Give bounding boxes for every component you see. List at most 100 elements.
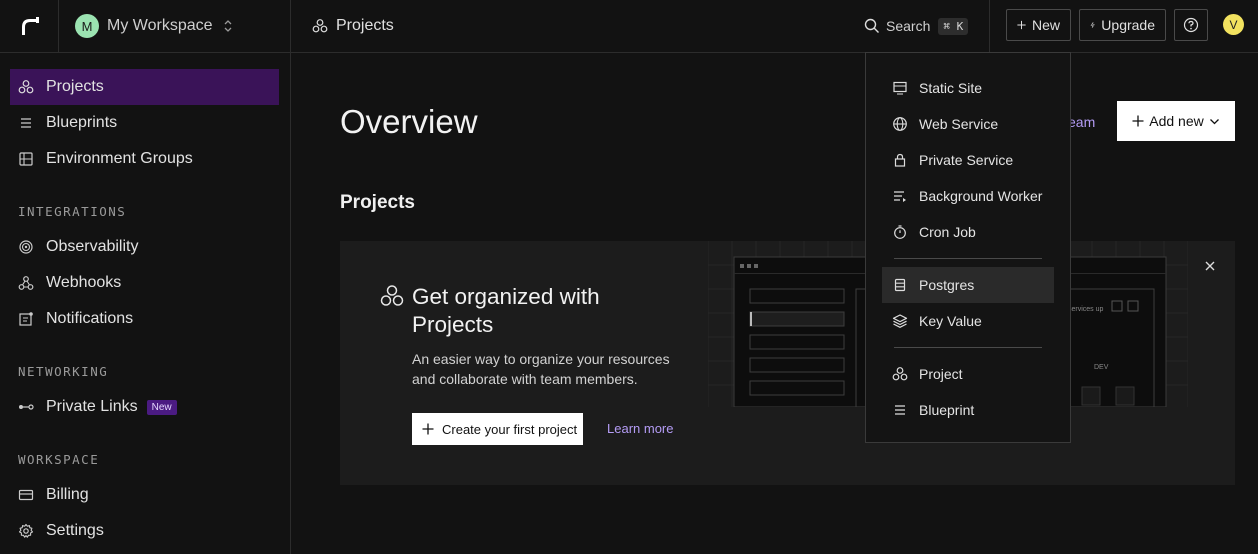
- divider: [989, 0, 990, 52]
- sidebar-item-webhooks[interactable]: Webhooks: [10, 265, 279, 301]
- sidebar-item-billing[interactable]: Billing: [10, 477, 279, 513]
- menu-item-cron-job[interactable]: Cron Job: [882, 214, 1054, 250]
- create-label: Create your first project: [442, 421, 578, 437]
- sidebar-item-notifications[interactable]: Notifications: [10, 301, 279, 337]
- new-button[interactable]: New: [1006, 9, 1071, 41]
- sidebar-item-private-links[interactable]: Private Links New: [10, 389, 279, 425]
- menu-item-label: Static Site: [919, 80, 983, 96]
- lightning-icon: [1090, 22, 1095, 28]
- menu-item-label: Postgres: [919, 277, 975, 293]
- projects-icon: [312, 19, 328, 33]
- new-dropdown-menu: Static Site Web Service Private Service …: [865, 52, 1071, 443]
- projects-promo-card: Get organized with Projects An easier wa…: [340, 241, 1235, 485]
- help-icon: [1183, 17, 1199, 33]
- sidebar-item-settings[interactable]: Settings: [10, 513, 279, 549]
- menu-item-label: Project: [919, 366, 963, 382]
- workspace-name: My Workspace: [107, 17, 213, 34]
- upgrade-label: Upgrade: [1101, 17, 1155, 33]
- sidebar-item-label: Environment Groups: [46, 150, 193, 167]
- main-content: Overview eam Add new Projects Get organi…: [292, 53, 1258, 554]
- breadcrumb: Projects: [312, 0, 394, 52]
- list-icon: [21, 118, 31, 128]
- menu-item-blueprint[interactable]: Blueprint: [882, 392, 1054, 428]
- sidebar-item-label: Blueprints: [46, 114, 118, 131]
- static-site-icon: [893, 81, 907, 95]
- team-link[interactable]: eam: [1068, 114, 1095, 130]
- sidebar-item-label: Private Links: [46, 398, 138, 415]
- new-label: New: [1031, 17, 1060, 33]
- notifications-icon: [19, 312, 33, 326]
- section-label-integrations: INTEGRATIONS: [18, 204, 127, 219]
- illustration-text: services up: [1068, 306, 1104, 313]
- search-icon: [864, 18, 879, 33]
- menu-item-label: Background Worker: [919, 188, 1043, 204]
- menu-item-key-value[interactable]: Key Value: [882, 303, 1054, 339]
- observability-icon: [19, 240, 33, 254]
- timer-icon: [894, 225, 906, 239]
- sidebar-item-label: Settings: [46, 522, 104, 539]
- worker-icon: [894, 191, 906, 202]
- menu-divider: [894, 258, 1042, 259]
- section-label-networking: NETWORKING: [18, 364, 109, 379]
- sidebar-item-label: Billing: [46, 486, 89, 503]
- menu-item-web-service[interactable]: Web Service: [882, 106, 1054, 142]
- learn-more-link[interactable]: Learn more: [607, 421, 673, 436]
- sidebar-item-blueprints[interactable]: Blueprints: [10, 105, 279, 141]
- plus-icon: [1132, 115, 1144, 127]
- menu-item-label: Cron Job: [919, 224, 976, 240]
- sidebar-item-projects[interactable]: Projects: [10, 69, 279, 105]
- menu-item-label: Private Service: [919, 152, 1014, 168]
- illustration-dev-label: DEV: [1094, 364, 1109, 371]
- layers-icon: [892, 314, 908, 328]
- search-shortcut: ⌘ K: [938, 17, 969, 35]
- workspace-switcher[interactable]: M My Workspace: [60, 0, 291, 52]
- render-logo[interactable]: [0, 0, 59, 52]
- projects-heading: Projects: [340, 192, 415, 213]
- menu-item-project[interactable]: Project: [882, 356, 1054, 392]
- top-bar: M My Workspace Projects Search ⌘ K New U…: [0, 0, 1258, 53]
- search-button[interactable]: Search ⌘ K: [864, 14, 969, 38]
- plus-icon: [422, 423, 434, 435]
- menu-item-background-worker[interactable]: Background Worker: [882, 178, 1054, 214]
- close-icon[interactable]: [1202, 258, 1218, 274]
- list-icon: [895, 405, 905, 415]
- sidebar-item-label: Notifications: [46, 310, 134, 327]
- menu-item-label: Key Value: [919, 313, 982, 329]
- upgrade-button[interactable]: Upgrade: [1079, 9, 1166, 41]
- search-label: Search: [886, 18, 931, 34]
- sidebar-item-label: Projects: [46, 78, 104, 95]
- user-avatar[interactable]: V: [1223, 14, 1244, 35]
- sidebar: Projects Blueprints Environment Groups I…: [0, 53, 291, 554]
- env-groups-icon: [19, 152, 33, 166]
- globe-icon: [893, 117, 907, 131]
- section-label-workspace: WORKSPACE: [18, 452, 100, 467]
- logo-icon: [22, 17, 39, 35]
- sidebar-item-observability[interactable]: Observability: [10, 229, 279, 265]
- page-title: Overview: [340, 103, 478, 140]
- sidebar-item-label: Observability: [46, 238, 139, 255]
- promo-title: Get organized with Projects: [412, 284, 600, 337]
- database-icon: [894, 278, 906, 292]
- projects-icon: [18, 80, 34, 94]
- webhooks-icon: [18, 276, 34, 290]
- promo-description: An easier way to organize your resources…: [412, 351, 670, 387]
- billing-icon: [18, 489, 34, 501]
- projects-icon: [892, 367, 908, 381]
- sidebar-item-label: Webhooks: [46, 274, 122, 291]
- link-icon: [19, 404, 34, 410]
- menu-item-postgres[interactable]: Postgres: [882, 267, 1054, 303]
- menu-item-private-service[interactable]: Private Service: [882, 142, 1054, 178]
- menu-item-label: Web Service: [919, 116, 999, 132]
- create-first-project-button[interactable]: Create your first project: [412, 413, 583, 445]
- help-button[interactable]: [1174, 9, 1208, 41]
- projects-icon: [380, 285, 404, 306]
- sidebar-item-environment-groups[interactable]: Environment Groups: [10, 141, 279, 177]
- add-new-button[interactable]: Add new: [1117, 101, 1235, 141]
- menu-item-label: Blueprint: [919, 402, 975, 418]
- breadcrumb-label: Projects: [336, 17, 394, 34]
- lock-icon: [894, 153, 906, 167]
- chevron-up-down-icon: [224, 20, 231, 32]
- gear-icon: [18, 523, 34, 538]
- menu-item-static-site[interactable]: Static Site: [882, 70, 1054, 106]
- menu-divider: [894, 347, 1042, 348]
